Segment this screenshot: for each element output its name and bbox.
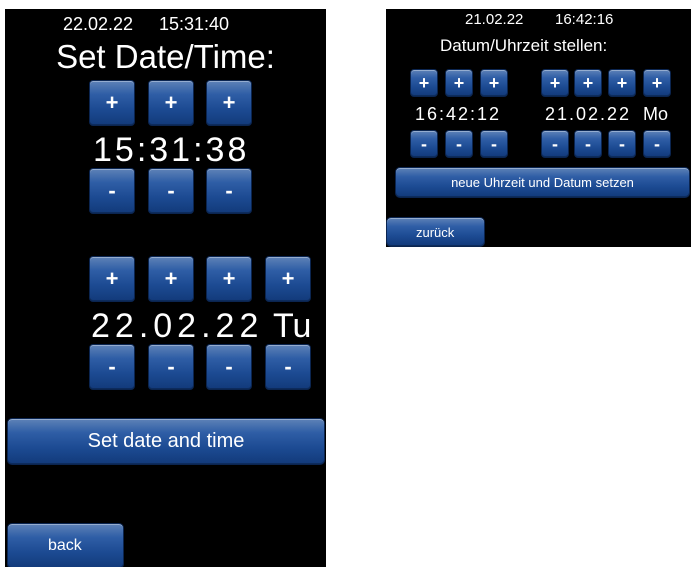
time-display: 15:31:38 [93,131,250,169]
year-minus-button[interactable]: - [608,130,636,158]
clock-date: 21.02.22 [465,11,524,28]
minus-icon: - [421,133,427,154]
set-date-time-button[interactable]: Set date and time [7,418,325,465]
day-plus-button[interactable]: + [541,69,569,97]
plus-icon: + [222,266,236,291]
minus-icon: - [108,178,116,203]
weekday-display: Tu [273,307,312,345]
minus-icon: - [225,178,233,203]
day-plus-button[interactable]: + [89,256,135,302]
second-plus-button[interactable]: + [206,80,252,126]
plus-icon: + [222,90,236,115]
weekday-plus-button[interactable]: + [265,256,311,302]
second-minus-button[interactable]: - [480,130,508,158]
plus-icon: + [164,266,178,291]
minus-icon: - [619,133,625,154]
page-title: Datum/Uhrzeit stellen: [440,36,608,55]
clock-time: 16:42:16 [555,11,614,28]
minus-icon: - [552,133,558,154]
plus-icon: + [453,72,465,93]
minus-icon: - [585,133,591,154]
clock-date: 22.02.22 [63,14,134,34]
back-button[interactable]: back [7,523,124,567]
day-minus-button[interactable]: - [541,130,569,158]
plus-icon: + [651,72,663,93]
second-plus-button[interactable]: + [480,69,508,97]
month-plus-button[interactable]: + [574,69,602,97]
plus-icon: + [105,266,119,291]
time-display: 16:42:12 [415,104,502,124]
minute-minus-button[interactable]: - [148,168,194,214]
weekday-display: Mo [643,104,669,124]
plus-icon: + [105,90,119,115]
second-minus-button[interactable]: - [206,168,252,214]
plus-icon: + [281,266,295,291]
minus-icon: - [491,133,497,154]
plus-icon: + [616,72,628,93]
minus-icon: - [654,133,660,154]
minute-plus-button[interactable]: + [445,69,473,97]
plus-icon: + [488,72,500,93]
weekday-plus-button[interactable]: + [643,69,671,97]
weekday-minus-button[interactable]: - [265,344,311,390]
year-plus-button[interactable]: + [608,69,636,97]
plus-icon: + [418,72,430,93]
hour-plus-button[interactable]: + [410,69,438,97]
day-minus-button[interactable]: - [89,344,135,390]
back-button[interactable]: zurück [386,217,485,247]
minute-minus-button[interactable]: - [445,130,473,158]
year-plus-button[interactable]: + [206,256,252,302]
plus-icon: + [582,72,594,93]
clock-time: 15:31:40 [159,14,230,34]
minus-icon: - [167,178,175,203]
hour-minus-button[interactable]: - [89,168,135,214]
plus-icon: + [164,90,178,115]
month-minus-button[interactable]: - [574,130,602,158]
month-minus-button[interactable]: - [148,344,194,390]
date-display: 22.02.22 [91,307,264,345]
screen-english: 22.02.22 15:31:40 Set Date/Time: + + + 1… [5,9,326,567]
hour-minus-button[interactable]: - [410,130,438,158]
set-date-time-button[interactable]: neue Uhrzeit und Datum setzen [395,167,690,198]
year-minus-button[interactable]: - [206,344,252,390]
hour-plus-button[interactable]: + [89,80,135,126]
page-title: Set Date/Time: [56,38,275,75]
minus-icon: - [456,133,462,154]
screen-german: 21.02.22 16:42:16 Datum/Uhrzeit stellen:… [386,9,691,247]
date-display: 21.02.22 [545,104,632,124]
minus-icon: - [167,354,175,379]
weekday-minus-button[interactable]: - [643,130,671,158]
minus-icon: - [284,354,292,379]
minus-icon: - [108,354,116,379]
plus-icon: + [549,72,561,93]
minus-icon: - [225,354,233,379]
minute-plus-button[interactable]: + [148,80,194,126]
month-plus-button[interactable]: + [148,256,194,302]
